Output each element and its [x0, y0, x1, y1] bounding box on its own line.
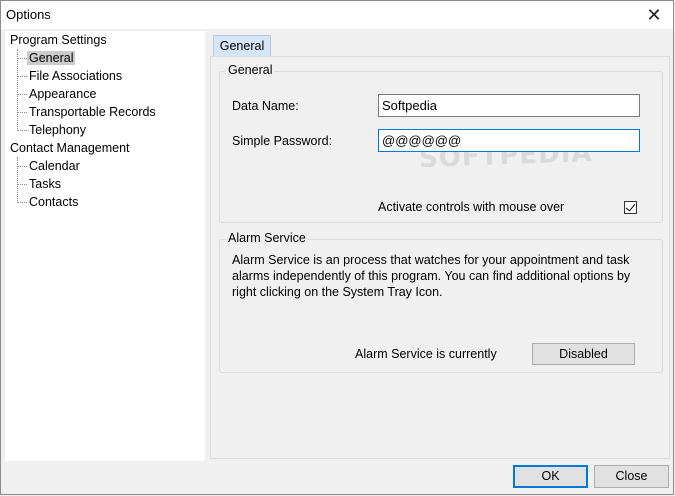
tab-general[interactable]: General: [213, 35, 271, 57]
activate-controls-label: Activate controls with mouse over: [378, 200, 565, 214]
tree-item-appearance[interactable]: Appearance: [29, 85, 96, 103]
tree-connector: [17, 130, 27, 131]
tree-item-contacts[interactable]: Contacts: [29, 193, 78, 211]
tree-connector: [17, 166, 27, 167]
tree-connector: [17, 157, 18, 203]
alarm-service-description: Alarm Service is an process that watches…: [232, 253, 631, 299]
tree-item-tasks[interactable]: Tasks: [29, 175, 61, 193]
tree-connector: [17, 58, 27, 59]
alarm-status-button[interactable]: Disabled: [532, 343, 635, 365]
alarm-service-group-title: Alarm Service: [226, 231, 308, 245]
tree-connector: [17, 184, 27, 185]
settings-tree: Program Settings General File Associatio…: [5, 31, 205, 461]
data-name-label: Data Name:: [232, 99, 299, 113]
tree-connector: [17, 76, 27, 77]
tree-group-contact-management[interactable]: Contact Management: [10, 139, 130, 157]
window-title: Options: [6, 7, 51, 22]
close-icon[interactable]: ✕: [641, 3, 667, 27]
title-bar: Options ✕: [1, 1, 673, 29]
tab-panel-general: SOFTPEDIA General Data Name: Softpedia S…: [210, 56, 670, 459]
general-group-title: General: [226, 63, 275, 77]
tree-item-file-associations[interactable]: File Associations: [29, 67, 122, 85]
tree-connector: [17, 202, 27, 203]
ok-button[interactable]: OK: [513, 465, 588, 488]
tree-item-general[interactable]: General: [27, 49, 76, 67]
tree-connector: [17, 49, 18, 131]
tree-item-telephony[interactable]: Telephony: [29, 121, 86, 139]
close-button[interactable]: Close: [594, 465, 669, 488]
tree-connector: [17, 94, 27, 95]
simple-password-input[interactable]: @@@@@@: [378, 129, 640, 152]
activate-controls-checkbox[interactable]: [624, 201, 637, 214]
data-name-input[interactable]: Softpedia: [378, 94, 640, 117]
alarm-status-label: Alarm Service is currently: [355, 347, 497, 361]
tree-group-program-settings[interactable]: Program Settings: [10, 31, 107, 49]
options-window: Options ✕ Program Settings General File …: [0, 0, 674, 495]
general-groupbox: General Data Name: Softpedia Simple Pass…: [219, 63, 663, 223]
tree-connector: [17, 112, 27, 113]
alarm-service-groupbox: Alarm Service Alarm Service is an proces…: [219, 231, 663, 373]
tree-item-calendar[interactable]: Calendar: [29, 157, 80, 175]
tree-item-transportable-records[interactable]: Transportable Records: [29, 103, 156, 121]
simple-password-label: Simple Password:: [232, 134, 333, 148]
